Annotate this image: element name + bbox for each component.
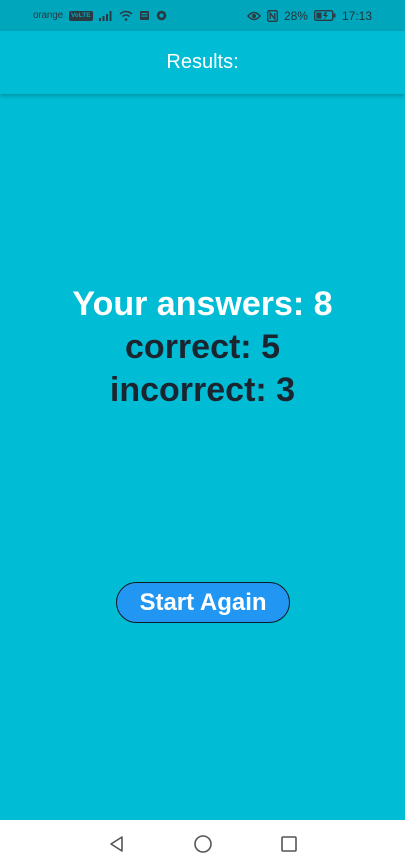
- notification-icon: [139, 10, 150, 21]
- app-bar: Results:: [0, 31, 405, 94]
- volte-badge: VoLTE: [68, 10, 93, 21]
- nfc-icon: [266, 9, 278, 22]
- eye-icon: [247, 11, 261, 21]
- home-icon[interactable]: [191, 832, 215, 856]
- clock: 17:13: [341, 8, 372, 23]
- screen: orange VoLTE 28% 17:13 Results: Your ans…: [0, 0, 405, 867]
- results-summary: Your answers: 8 correct: 5 incorrect: 3: [0, 283, 405, 412]
- signal-icon: [98, 10, 113, 21]
- carrier-name: orange: [33, 10, 63, 21]
- system-nav-bar: [0, 820, 405, 867]
- status-bar-left: orange VoLTE: [33, 10, 167, 21]
- incorrect-answers-text: incorrect: 3: [109, 371, 296, 409]
- back-icon[interactable]: [105, 832, 129, 856]
- start-again-button[interactable]: Start Again: [116, 582, 290, 623]
- vpn-icon: [156, 10, 167, 21]
- wifi-icon: [119, 10, 133, 21]
- total-answers-text: Your answers: 8: [72, 285, 333, 323]
- status-bar: orange VoLTE 28% 17:13: [0, 0, 405, 31]
- status-bar-right: 28% 17:13: [247, 9, 372, 23]
- page-title: Results:: [166, 51, 239, 73]
- battery-percent: 28%: [283, 8, 308, 23]
- recents-icon[interactable]: [277, 832, 301, 856]
- correct-answers-text: correct: 5: [125, 328, 280, 366]
- battery-icon: [314, 10, 336, 21]
